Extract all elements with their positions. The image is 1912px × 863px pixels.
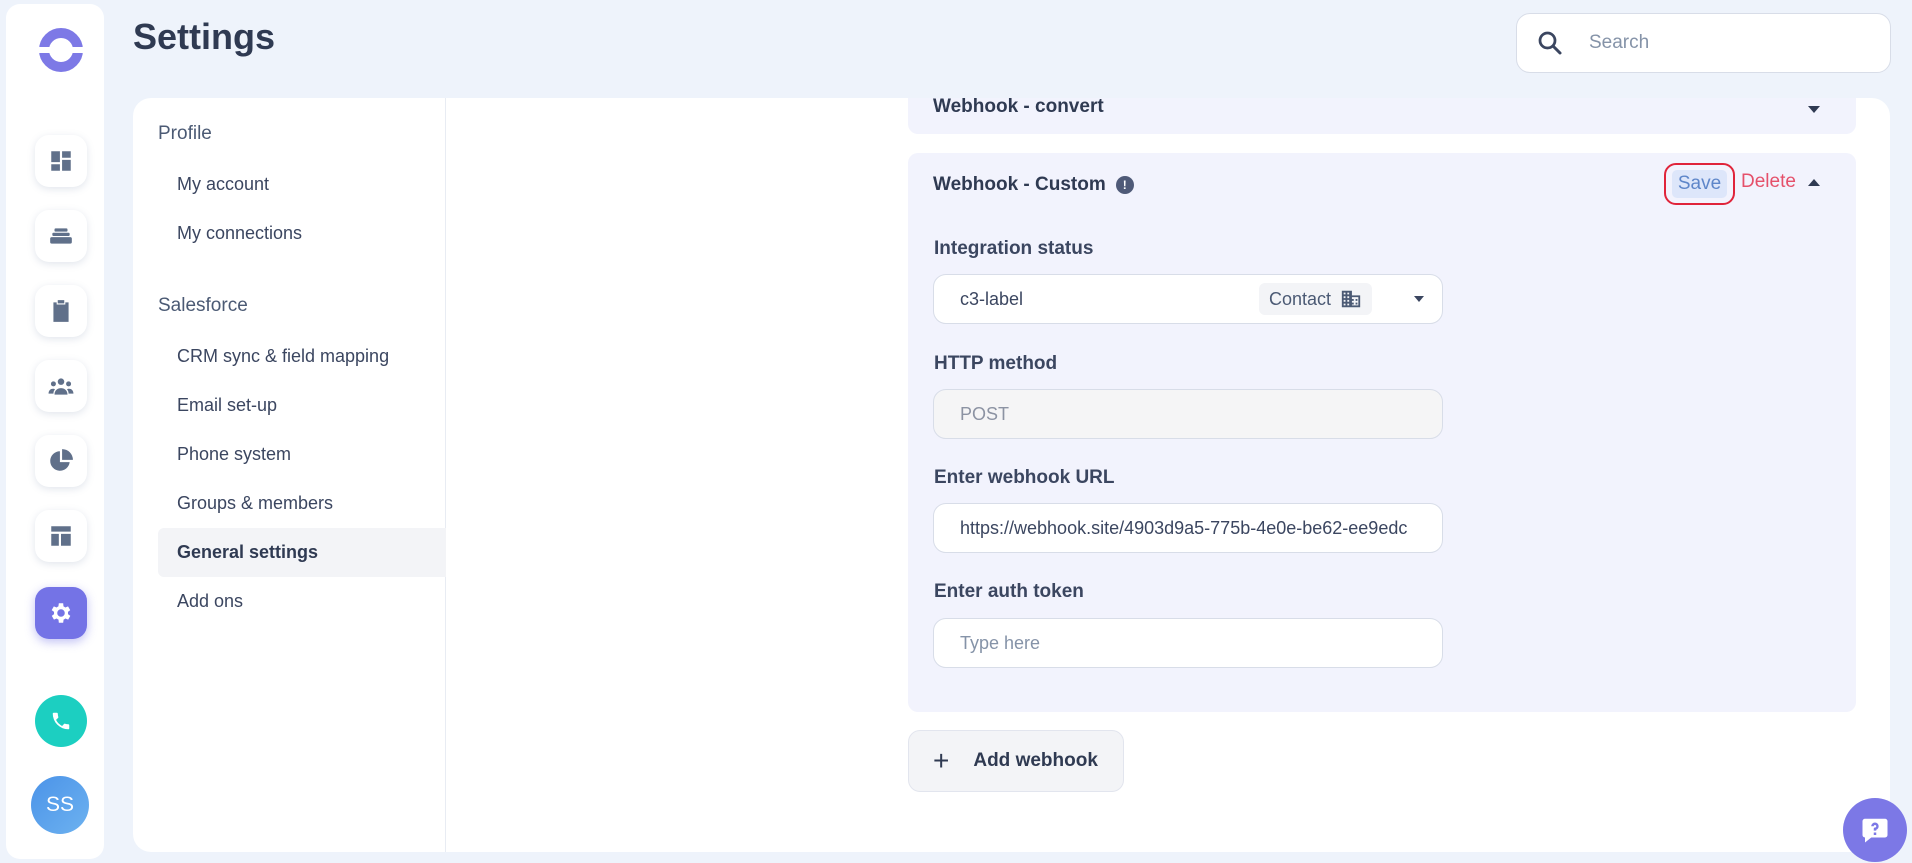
webhook-custom-header: Webhook - Custom !	[933, 174, 1134, 196]
app-logo[interactable]	[37, 26, 85, 74]
nav-item-my-account[interactable]: My account	[158, 160, 446, 209]
nav-section-profile: Profile	[158, 123, 212, 144]
avatar[interactable]: SS	[31, 776, 89, 834]
nav-section-salesforce: Salesforce	[158, 295, 248, 316]
chevron-up-icon[interactable]	[1808, 179, 1820, 186]
layers-icon[interactable]	[35, 210, 87, 262]
sidebar-rail: SS	[6, 4, 104, 859]
team-icon[interactable]	[35, 360, 87, 412]
contact-chip: Contact	[1259, 283, 1373, 315]
webhook-custom-panel: Webhook - Custom ! Save Delete Integrati…	[908, 153, 1856, 712]
help-chat-icon	[1862, 818, 1888, 843]
save-button-label: Save	[1671, 170, 1728, 198]
nav-item-add-ons[interactable]: Add ons	[158, 577, 446, 626]
http-method-field: POST	[933, 389, 1443, 439]
phone-dialer-button[interactable]	[35, 695, 87, 747]
page-title: Settings	[133, 16, 276, 57]
settings-sub-nav: Profile My account My connections Salesf…	[133, 98, 446, 852]
webhook-convert-panel[interactable]: Webhook - convert	[908, 98, 1856, 134]
chevron-down-icon[interactable]	[1808, 106, 1820, 113]
building-icon	[1341, 290, 1361, 308]
auth-token-input[interactable]	[960, 632, 1420, 654]
layout-icon[interactable]	[35, 510, 87, 562]
webhook-url-label: Enter webhook URL	[934, 467, 1115, 488]
phone-icon	[52, 712, 70, 730]
nav-item-phone-system[interactable]: Phone system	[158, 430, 446, 479]
clipboard-icon[interactable]	[35, 285, 87, 337]
nav-item-general-settings[interactable]: General settings	[158, 528, 446, 577]
nav-item-my-connections[interactable]: My connections	[158, 209, 446, 258]
add-webhook-label: Add webhook	[973, 750, 1098, 771]
delete-button[interactable]: Delete	[1741, 171, 1796, 193]
search-input[interactable]	[1589, 32, 1869, 54]
auth-token-field[interactable]	[933, 618, 1443, 668]
save-button[interactable]: Save	[1664, 163, 1735, 205]
add-webhook-button[interactable]: + Add webhook	[908, 730, 1124, 792]
http-method-label: HTTP method	[934, 353, 1058, 374]
nav-item-crm-sync[interactable]: CRM sync & field mapping	[158, 332, 446, 381]
dropdown-caret-icon[interactable]	[1414, 296, 1424, 302]
dashboard-icon[interactable]	[35, 135, 87, 187]
nav-item-email-setup[interactable]: Email set-up	[158, 381, 446, 430]
integration-status-select[interactable]: c3-label Contact	[933, 274, 1443, 324]
webhook-convert-title: Webhook - convert	[933, 98, 1104, 117]
integration-status-value: c3-label	[960, 288, 1024, 309]
search-box[interactable]	[1516, 13, 1891, 73]
webhook-custom-title: Webhook - Custom	[933, 174, 1106, 195]
settings-card: Profile My account My connections Salesf…	[133, 98, 1890, 852]
contact-chip-label: Contact	[1269, 288, 1332, 309]
search-icon	[1538, 31, 1562, 55]
http-method-value: POST	[960, 403, 1010, 424]
pie-chart-icon[interactable]	[35, 435, 87, 487]
webhook-url-input[interactable]	[960, 517, 1420, 539]
webhook-url-field[interactable]	[933, 503, 1443, 553]
info-icon[interactable]: !	[1115, 176, 1134, 194]
plus-icon: +	[933, 745, 950, 776]
auth-token-label: Enter auth token	[934, 581, 1084, 602]
help-chat-button[interactable]	[1843, 798, 1907, 862]
nav-item-groups-members[interactable]: Groups & members	[158, 479, 446, 528]
gear-icon[interactable]	[35, 587, 87, 639]
integration-status-label: Integration status	[934, 238, 1094, 259]
